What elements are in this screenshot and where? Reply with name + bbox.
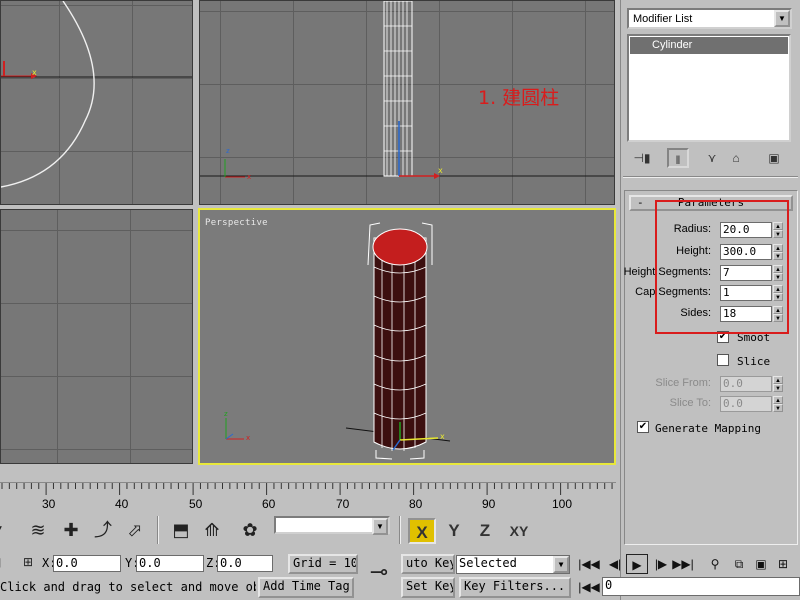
viewport-gap: [0, 465, 620, 482]
highlight-box: [655, 200, 789, 334]
pin-stack-icon[interactable]: ⊣▮: [631, 148, 653, 168]
chevron-down-icon[interactable]: ▼: [553, 556, 569, 573]
modifier-list-label: Modifier List: [633, 13, 693, 25]
next-frame-icon[interactable]: |▶: [650, 554, 672, 574]
slice-from-spinner[interactable]: ▲ ▼: [773, 376, 783, 392]
show-end-result-icon[interactable]: ‖: [667, 148, 689, 168]
viewport-perspective[interactable]: Perspective x x z: [198, 208, 616, 465]
remove-modifier-icon[interactable]: ⌂: [725, 148, 747, 168]
axis-z-button[interactable]: Z: [471, 518, 499, 544]
absolute-mode-icon[interactable]: ⊞: [18, 552, 38, 572]
svg-text:z: z: [226, 147, 230, 155]
slice-from-label: Slice From:: [655, 377, 711, 389]
selected-label: Selected: [459, 556, 517, 570]
collapse-icon: -: [637, 196, 644, 209]
reference-coord-icon[interactable]: ⬒: [167, 516, 195, 544]
go-to-end-icon[interactable]: ▶▶|: [672, 554, 694, 574]
select-scale-icon[interactable]: ⬀: [121, 516, 149, 544]
stack-item-cylinder[interactable]: Cylinder: [630, 37, 788, 54]
zoom-extents-all-icon[interactable]: ⊞: [772, 554, 794, 574]
svg-text:x: x: [247, 173, 251, 181]
selected-dropdown[interactable]: Selected ▼: [456, 555, 570, 574]
play-icon[interactable]: ▶: [626, 554, 648, 574]
svg-text:x: x: [440, 432, 445, 441]
modifier-stack[interactable]: Cylinder: [627, 34, 791, 142]
add-time-tag-button[interactable]: Add Time Tag: [258, 577, 354, 598]
z-coord-field[interactable]: 0.0: [217, 555, 273, 572]
slice-to-label: Slice To:: [669, 397, 711, 409]
generate-mapping-label: Generate Mapping: [655, 422, 761, 435]
previous-frame-icon[interactable]: ◀|: [604, 554, 626, 574]
slice-to-field[interactable]: 0.0: [720, 396, 772, 412]
auto-key-button[interactable]: uto Key: [401, 554, 455, 574]
zoom-all-icon[interactable]: ⧉: [728, 554, 750, 574]
cylinder-model: x x z: [224, 222, 451, 460]
stack-toolbar: ⊣▮ ‖ ⋎ ⌂ ▣: [627, 148, 792, 168]
tick-label: 60: [262, 497, 276, 511]
key-mode-icon[interactable]: |◀◀: [578, 577, 600, 597]
lock-icon[interactable]: ▯: [0, 552, 6, 572]
select-rotate-icon[interactable]: ⤴: [89, 516, 117, 544]
current-frame-field[interactable]: 0: [602, 577, 800, 596]
viewport-front[interactable]: 1. 建圆柱 x x z: [199, 0, 615, 205]
main-toolbar: ▼ ≋ ✚ ⤴ ⬀ ⬒ ⟰ ✿ ▼ X Y Z XY: [0, 512, 620, 548]
axis-y-button[interactable]: Y: [440, 518, 468, 544]
select-by-name-icon[interactable]: ≋: [24, 516, 52, 544]
generate-mapping-checkbox[interactable]: ✔: [637, 421, 649, 433]
modifier-list-dropdown[interactable]: Modifier List ▼: [627, 8, 792, 29]
tick-label: 90: [482, 497, 496, 511]
axis-xy-button[interactable]: XY: [502, 518, 536, 544]
go-to-start-icon[interactable]: |◀◀: [578, 554, 600, 574]
svg-text:x: x: [438, 166, 443, 175]
toolbar-separator: [399, 516, 401, 544]
viewport-left[interactable]: [0, 209, 193, 464]
x-coord-field[interactable]: 0.0: [53, 555, 121, 572]
dropdown-arrow-icon[interactable]: ▼: [0, 516, 10, 544]
tick-label: 70: [336, 497, 350, 511]
grid-display: Grid = 10: [288, 554, 358, 574]
mirror-icon[interactable]: ✿: [236, 516, 264, 544]
front-view-drawing: x x z: [200, 1, 614, 181]
top-view-drawing: x: [1, 1, 192, 188]
viewport-top[interactable]: x: [0, 0, 193, 205]
chevron-down-icon[interactable]: ▼: [774, 10, 790, 27]
prompt-row: Click and drag to select and move obj Ad…: [0, 576, 620, 598]
prompt-text: Click and drag to select and move obj: [0, 580, 256, 594]
select-move-icon[interactable]: ✚: [57, 516, 85, 544]
slice-checkbox[interactable]: [717, 354, 729, 366]
key-filters-button[interactable]: Key Filters...: [459, 577, 571, 598]
set-key-button[interactable]: Set Key: [401, 577, 455, 598]
toolbar-separator: [157, 516, 159, 544]
panel-divider: [623, 176, 798, 178]
tick-label: 80: [409, 497, 423, 511]
time-ruler[interactable]: 30 40 50 60 70 80 90 100: [0, 482, 616, 512]
make-unique-icon[interactable]: ⋎: [701, 148, 723, 168]
slice-from-field[interactable]: 0.0: [720, 376, 772, 392]
svg-text:x: x: [32, 68, 37, 77]
ruler-ticks: [1, 483, 613, 495]
svg-text:z: z: [224, 410, 228, 418]
pivot-icon[interactable]: ⟰: [198, 516, 226, 544]
zoom-icon[interactable]: ⚲: [704, 554, 726, 574]
tick-label: 40: [115, 497, 129, 511]
chevron-down-icon[interactable]: ▼: [372, 518, 388, 535]
tick-label: 50: [189, 497, 203, 511]
y-coord-field[interactable]: 0.0: [136, 555, 204, 572]
tick-label: 30: [42, 497, 56, 511]
configure-sets-icon[interactable]: ▣: [763, 148, 785, 168]
slice-label: Slice: [737, 355, 771, 368]
coord-row: ▯ ⊞ X: 0.0 Y: 0.0 Z: 0.0 Grid = 10 uto K…: [0, 552, 620, 574]
svg-text:x: x: [246, 434, 250, 442]
tick-label: 100: [552, 497, 573, 511]
named-selection-dropdown[interactable]: ▼: [274, 516, 390, 535]
zoom-extents-icon[interactable]: ▣: [750, 554, 772, 574]
axis-x-button[interactable]: X: [408, 518, 436, 544]
slice-to-spinner[interactable]: ▲ ▼: [773, 396, 783, 412]
